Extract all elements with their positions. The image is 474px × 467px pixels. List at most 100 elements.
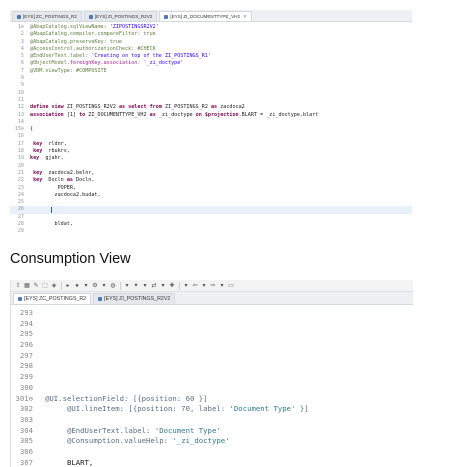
- code-line[interactable]: 16: [10, 133, 412, 140]
- code-line[interactable]: 307 BLART,: [11, 458, 413, 467]
- code-token: association: [30, 111, 67, 118]
- code-line[interactable]: 23 POPER,: [10, 185, 412, 192]
- code-line[interactable]: 3 @AbapCatalog.preserveKey: true: [10, 39, 412, 46]
- code-line[interactable]: 303: [11, 415, 413, 426]
- code-line[interactable]: 10: [10, 90, 412, 97]
- code-line[interactable]: 305 @Consumption.valueHelp: '_zi_doctype…: [11, 436, 413, 447]
- code-line[interactable]: 300: [11, 383, 413, 394]
- code-line[interactable]: 4 @AccessControl.authorizationCheck: #CHE…: [10, 46, 412, 53]
- code-line[interactable]: 20: [10, 163, 412, 170]
- code-line[interactable]: 293: [11, 308, 413, 319]
- code-line[interactable]: 17 key rldnr,: [10, 141, 412, 148]
- toolbar-button-icon[interactable]: ✚: [168, 282, 176, 290]
- code-line[interactable]: 28 bldat,: [10, 221, 412, 228]
- editor-tab[interactable]: [EYS] ZC_POSTINGS_R2: [12, 11, 82, 21]
- line-number: 306: [19, 446, 33, 456]
- code-line[interactable]: 26: [10, 206, 412, 214]
- code-line[interactable]: 1⊖ @AbapCatalog.sqlViewName: 'ZIPOSTINGSR…: [10, 24, 412, 31]
- cds-file-icon: [88, 14, 93, 19]
- code-line[interactable]: 298: [11, 361, 413, 372]
- code-line[interactable]: 18 key rbukrs,: [10, 148, 412, 155]
- toolbar-button-icon[interactable]: ⇪: [14, 282, 22, 290]
- toolbar-separator: [179, 281, 180, 290]
- toolbar-button-icon[interactable]: ⇨: [209, 282, 217, 290]
- toolbar-button-icon[interactable]: ▾: [159, 282, 167, 290]
- code-token: @UI.lineItem: [{position: 70, label:: [45, 404, 230, 414]
- toolbar-button-icon[interactable]: ▭: [227, 282, 235, 290]
- code-token: on: [195, 111, 205, 118]
- toolbar-button-icon[interactable]: ▾: [123, 282, 131, 290]
- toolbar-button-icon[interactable]: ⬚: [41, 282, 49, 290]
- code-area[interactable]: 293 294 295 296 297 298 299 300 301⊖ @UI.selectio…: [11, 305, 413, 467]
- toolbar-button-icon[interactable]: ▸: [64, 282, 72, 290]
- code-line[interactable]: 21 key zacdoca2.belnr,: [10, 170, 412, 177]
- code-line[interactable]: 29: [10, 228, 412, 235]
- code-line[interactable]: 25: [10, 199, 412, 206]
- line-number: 21: [17, 169, 24, 176]
- toolbar-button-icon[interactable]: ✦: [132, 282, 140, 290]
- code-line[interactable]: 2 @AbapCatalog.compiler.compareFilter: tr…: [10, 31, 412, 38]
- toolbar-button-icon[interactable]: ⇄: [150, 282, 158, 290]
- code-line[interactable]: 19 key gjahr,: [10, 155, 412, 162]
- code-token: POPER,: [30, 184, 77, 191]
- code-text: bldat,: [30, 221, 73, 228]
- code-line[interactable]: 11: [10, 97, 412, 104]
- toolbar-button-icon[interactable]: ⇦: [191, 282, 199, 290]
- toolbar-button-icon[interactable]: ◍: [109, 282, 117, 290]
- toolbar-button-icon[interactable]: ◈: [50, 282, 58, 290]
- code-line[interactable]: 5 @EndUserText.label: 'Creating on top of…: [10, 53, 412, 60]
- code-line[interactable]: 304 @EndUserText.label: 'Document Type': [11, 426, 413, 437]
- code-line[interactable]: 301⊖ @UI.selectionField: [{position: 60 }…: [11, 394, 413, 405]
- code-line[interactable]: 306: [11, 447, 413, 458]
- code-line[interactable]: 7 @VDM.viewType: #COMPOSITE: [10, 68, 412, 75]
- code-token: key: [30, 155, 46, 162]
- code-line[interactable]: 295: [11, 329, 413, 340]
- code-line[interactable]: 297: [11, 351, 413, 362]
- editor-tab[interactable]: [EYS] ZI_POSTINGS_R2V2: [83, 11, 158, 21]
- code-text: @AccessControl.authorizationCheck: #CHEC…: [30, 46, 156, 53]
- line-number: 29: [17, 228, 24, 235]
- toolbar-button-icon[interactable]: ▾: [141, 282, 149, 290]
- code-line[interactable]: 294: [11, 319, 413, 330]
- code-line[interactable]: 6 @ObjectModel.foreignKey.association: '_…: [10, 60, 412, 67]
- code-line[interactable]: 302 @UI.lineItem: [{position: 70, label:…: [11, 404, 413, 415]
- code-line[interactable]: 13 association [1] to ZI_DOCUMENTTYPE_VH2…: [10, 112, 412, 119]
- toolbar-button-icon[interactable]: ▦: [23, 282, 31, 290]
- code-line[interactable]: 15⊖ {: [10, 126, 412, 133]
- toolbar-button-icon[interactable]: ▾: [100, 282, 108, 290]
- code-line[interactable]: 27: [10, 214, 412, 221]
- toolbar-button-icon[interactable]: ▾: [200, 282, 208, 290]
- code-token: ZI_POSTINGS_R2: [164, 104, 211, 111]
- toolbar-separator: [61, 281, 62, 290]
- code-line[interactable]: 299: [11, 372, 413, 383]
- code-line[interactable]: 12 define view ZI_POSTINGS_R2V2 as select…: [10, 104, 412, 111]
- toolbar-button-icon[interactable]: ▾: [218, 282, 226, 290]
- line-number: 20: [17, 162, 24, 169]
- code-line[interactable]: 14: [10, 119, 412, 126]
- editor-tab[interactable]: [EYS] ZI_DOCUMENTTYPE_VH2 ✕: [159, 11, 252, 21]
- code-token: 'Document Type': [229, 404, 296, 414]
- toolbar-button-icon[interactable]: ⚙: [91, 282, 99, 290]
- line-number: 10: [17, 89, 24, 96]
- line-number: 9: [20, 82, 24, 89]
- code-line[interactable]: 296: [11, 340, 413, 351]
- toolbar-button-icon[interactable]: ▾: [182, 282, 190, 290]
- code-token: }]: [295, 404, 309, 414]
- code-token: zacdoca2.belnr,: [48, 169, 95, 176]
- toolbar-button-icon[interactable]: ▾: [82, 282, 90, 290]
- code-text: @AbapCatalog.preserveKey: true: [30, 39, 122, 46]
- toolbar-button-icon[interactable]: ●: [73, 282, 81, 290]
- code-text: POPER,: [30, 185, 76, 192]
- toolbar-button-icon[interactable]: ✎: [32, 282, 40, 290]
- code-area[interactable]: 1⊖ @AbapCatalog.sqlViewName: 'ZIPOSTINGSR…: [10, 22, 412, 236]
- code-line[interactable]: 8: [10, 75, 412, 82]
- close-icon[interactable]: ✕: [243, 14, 247, 20]
- code-text: key gjahr,: [30, 155, 64, 162]
- code-token: @Consumption.valueHelp:: [45, 436, 173, 446]
- code-line[interactable]: 22 key Docln as Docln,: [10, 177, 412, 184]
- code-line[interactable]: 24 zacdoca2.budat,: [10, 192, 412, 199]
- code-line[interactable]: 9: [10, 82, 412, 89]
- code-token: foreignKey.association: [69, 60, 138, 67]
- editor-tab[interactable]: [EYS] ZI_POSTINGS_R2V2: [93, 293, 176, 304]
- editor-tab[interactable]: [EYS] ZC_POSTINGS_R2: [13, 293, 92, 304]
